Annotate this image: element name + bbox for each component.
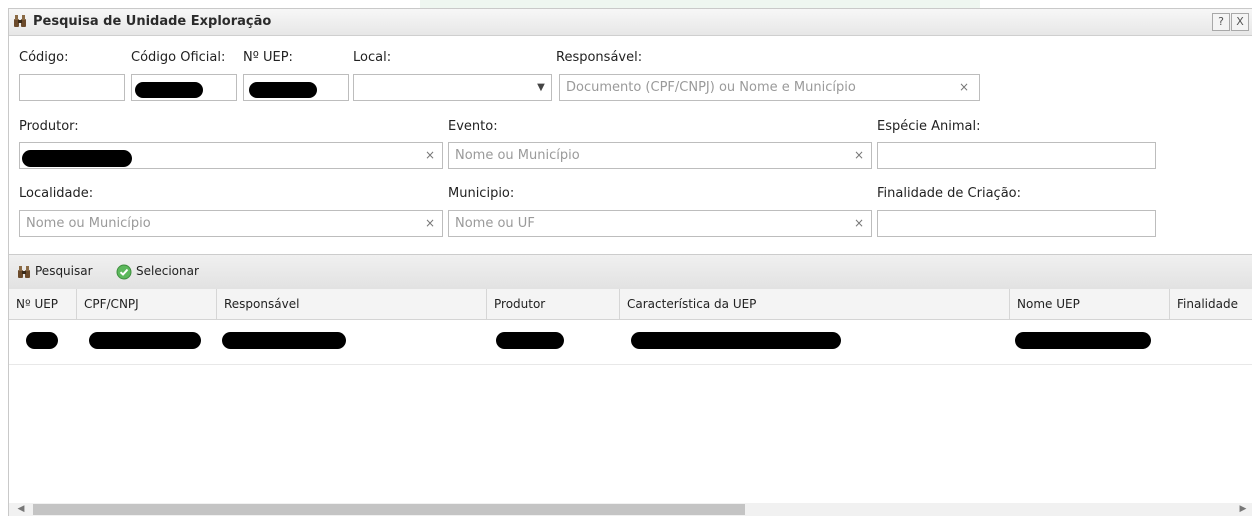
binoculars-icon — [18, 266, 30, 278]
redaction-mark — [22, 150, 132, 167]
codigo-input[interactable] — [19, 74, 125, 101]
finalidade-label: Finalidade de Criação: — [877, 186, 1022, 201]
scroll-left-icon[interactable]: ◀ — [15, 503, 27, 516]
dialog-title: Pesquisa de Unidade Exploração — [33, 14, 272, 29]
scrollbar-thumb[interactable] — [33, 504, 745, 515]
pesquisar-label: Pesquisar — [35, 264, 93, 278]
evento-label: Evento: — [448, 119, 498, 134]
num-uep-label: Nº UEP: — [243, 50, 293, 65]
especie-label: Espécie Animal: — [877, 119, 981, 134]
search-form: Código: Código Oficial: Nº UEP: Local: R… — [9, 36, 1252, 254]
table-row[interactable] — [9, 320, 1252, 365]
dialog-titlebar: Pesquisa de Unidade Exploração ? X — [9, 9, 1252, 36]
redaction-mark — [26, 332, 58, 349]
clear-evento-icon[interactable]: × — [849, 143, 869, 168]
codigo-label: Código: — [19, 50, 69, 65]
column-header[interactable]: CPF/CNPJ — [77, 289, 217, 319]
column-header[interactable]: Característica da UEP — [620, 289, 1010, 319]
redaction-mark — [1015, 332, 1151, 349]
localidade-input[interactable]: Nome ou Município × — [19, 210, 443, 237]
selecionar-button[interactable]: Selecionar — [116, 255, 216, 289]
help-button[interactable]: ? — [1212, 13, 1230, 31]
responsavel-label: Responsável: — [556, 50, 643, 65]
grid-toolbar: Pesquisar Selecionar — [9, 254, 1252, 290]
local-label: Local: — [353, 50, 392, 65]
redaction-mark — [631, 332, 841, 349]
redaction-mark — [135, 82, 203, 98]
horizontal-scrollbar[interactable]: ◀ ▶ — [9, 503, 1252, 516]
localidade-placeholder: Nome ou Município — [26, 216, 151, 231]
num-uep-input[interactable] — [243, 74, 349, 101]
codigo-oficial-label: Código Oficial: — [131, 50, 226, 65]
grid-header: Nº UEP CPF/CNPJ Responsável Produtor Car… — [9, 289, 1252, 320]
redaction-mark — [89, 332, 201, 349]
finalidade-criacao-input[interactable] — [877, 210, 1156, 237]
search-dialog: Pesquisa de Unidade Exploração ? X Códig… — [8, 8, 1252, 516]
binoculars-icon — [14, 15, 26, 27]
column-header[interactable]: Nome UEP — [1010, 289, 1170, 319]
pesquisar-button[interactable]: Pesquisar — [17, 255, 107, 289]
check-circle-icon — [116, 264, 132, 280]
clear-localidade-icon[interactable]: × — [420, 211, 440, 236]
local-select[interactable]: ▼ — [353, 74, 552, 101]
clear-responsavel-icon[interactable]: × — [954, 75, 974, 100]
municipio-input[interactable]: Nome ou UF × — [448, 210, 872, 237]
municipio-label: Municipio: — [448, 186, 515, 201]
especie-animal-input[interactable] — [877, 142, 1156, 169]
clear-municipio-icon[interactable]: × — [849, 211, 869, 236]
responsavel-placeholder: Documento (CPF/CNPJ) ou Nome e Município — [566, 80, 856, 95]
scroll-right-icon[interactable]: ▶ — [1237, 503, 1249, 516]
column-header[interactable]: Nº UEP — [9, 289, 77, 319]
responsavel-input[interactable]: Documento (CPF/CNPJ) ou Nome e Município… — [559, 74, 980, 101]
produtor-input[interactable]: × — [19, 142, 443, 169]
clear-produtor-icon[interactable]: × — [420, 143, 440, 168]
redaction-mark — [249, 82, 317, 98]
close-button[interactable]: X — [1231, 13, 1249, 31]
evento-placeholder: Nome ou Município — [455, 148, 580, 163]
column-header[interactable]: Produtor — [487, 289, 620, 319]
codigo-oficial-input[interactable] — [131, 74, 237, 101]
column-header[interactable]: Finalidade — [1170, 289, 1252, 319]
chevron-down-icon[interactable]: ▼ — [531, 75, 551, 100]
redaction-mark — [222, 332, 346, 349]
produtor-label: Produtor: — [19, 119, 79, 134]
redaction-mark — [496, 332, 564, 349]
localidade-label: Localidade: — [19, 186, 94, 201]
municipio-placeholder: Nome ou UF — [455, 216, 535, 231]
evento-input[interactable]: Nome ou Município × — [448, 142, 872, 169]
column-header[interactable]: Responsável — [217, 289, 487, 319]
selecionar-label: Selecionar — [136, 264, 199, 278]
